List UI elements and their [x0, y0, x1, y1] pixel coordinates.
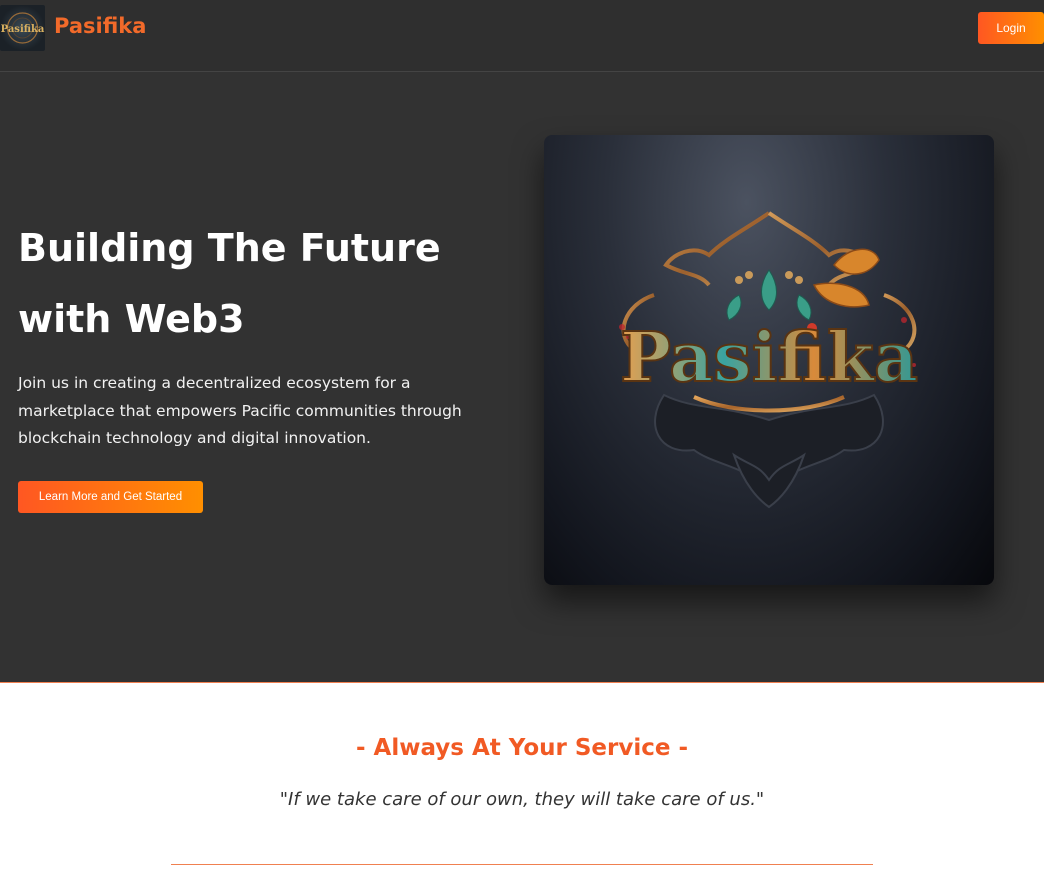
emblem-lettering: Pasifika [620, 318, 918, 398]
svg-text:Pasifika: Pasifika [1, 24, 45, 35]
hero-logo-image: Pasifika [544, 135, 994, 585]
service-title: - Always At Your Service - [355, 735, 689, 761]
login-button[interactable]: Login [978, 12, 1044, 44]
hero-title: Building The Future with Web3 [18, 226, 441, 341]
section-divider [171, 864, 873, 865]
site-header: Pasifika Pasifika Login [0, 0, 1044, 72]
service-quote: "If we take care of our own, they will t… [279, 789, 765, 810]
pasifika-emblem: Pasifika [619, 211, 919, 509]
brand-name[interactable]: Pasifika [54, 14, 146, 38]
logo-image[interactable]: Pasifika [0, 5, 45, 51]
service-section: - Always At Your Service - "If we take c… [0, 682, 1044, 870]
hero-section: Building The Future with Web3 Join us in… [0, 72, 1044, 682]
hero-subtitle: Join us in creating a decentralized ecos… [18, 374, 462, 447]
learn-more-button[interactable]: Learn More and Get Started [18, 481, 203, 513]
